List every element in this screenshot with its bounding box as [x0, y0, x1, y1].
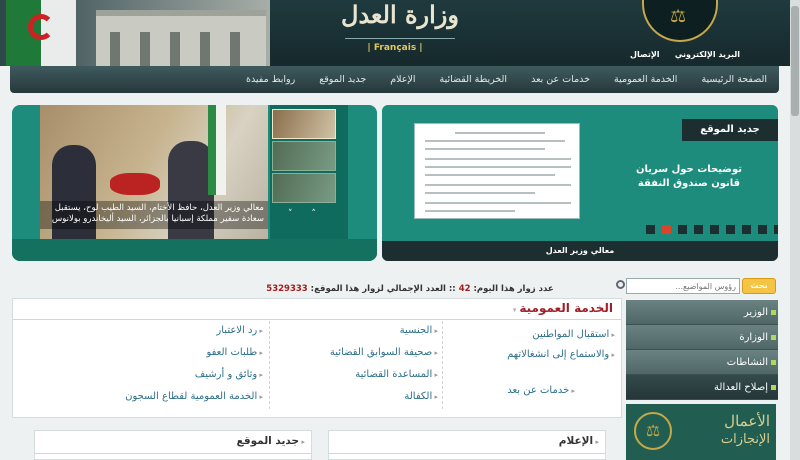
- title-divider: [345, 38, 455, 39]
- services-column: رد الاعتبار طلبات العفو وثائق و أرشيف ال…: [13, 321, 267, 409]
- panel-divider: [35, 453, 311, 454]
- achievements-banner[interactable]: ⚖ الأعمال الإنجازات: [626, 404, 776, 460]
- side-item-ministry[interactable]: الوزارة: [626, 325, 778, 350]
- slide-dot[interactable]: [758, 225, 767, 234]
- today-value: 42: [458, 284, 471, 294]
- service-link-prisons[interactable]: الخدمة العمومية لقطاع السجون: [125, 391, 263, 402]
- ministry-emblem[interactable]: ⚖: [642, 0, 718, 42]
- thumbnail-arrows[interactable]: ˅ ˄: [288, 209, 324, 219]
- service-link-legal-aid[interactable]: المساعدة القضائية: [355, 369, 438, 380]
- slide-thumbnails: ˅ ˄: [270, 105, 348, 239]
- search-input[interactable]: [626, 278, 740, 294]
- email-link[interactable]: البريد الإلكتروني: [675, 50, 740, 59]
- services-column: استقبال المواطنين والاستماع إلى انشغالات…: [445, 321, 619, 409]
- banner-line2: الإنجازات: [720, 432, 770, 447]
- service-link-pardon-requests[interactable]: طلبات العفو: [206, 347, 263, 358]
- search-bar: بحث: [616, 278, 778, 294]
- services-column: الجنسية صحيفة السوابق القضائية المساعدة …: [269, 321, 443, 409]
- nav-item-whats-new[interactable]: جديد الموقع: [319, 74, 366, 85]
- slide-dot[interactable]: [774, 225, 778, 234]
- french-link[interactable]: Français: [374, 43, 416, 53]
- slide-dot[interactable]: [710, 225, 719, 234]
- slide-dot[interactable]: [694, 225, 703, 234]
- panel-divider: [329, 453, 605, 454]
- header-banner-photo: [0, 0, 270, 66]
- service-link-rehabilitation[interactable]: رد الاعتبار: [216, 325, 263, 336]
- slide-dots: [646, 225, 778, 234]
- visitor-counter: عدد زوار هذا اليوم: 42 :: العدد الإجمالي…: [210, 284, 610, 294]
- search-icon: [616, 280, 625, 289]
- scales-of-justice-icon: ⚖: [670, 6, 687, 27]
- nav-item-media[interactable]: الإعلام: [390, 74, 415, 85]
- slider-bottom-bar: [12, 239, 377, 261]
- service-link-remote[interactable]: خدمات عن بعد: [507, 385, 575, 396]
- side-item-activities[interactable]: النشاطات: [626, 350, 778, 375]
- slide-dot[interactable]: [646, 225, 655, 234]
- scrollbar-thumb[interactable]: [791, 6, 799, 116]
- contact-link[interactable]: الإتصال: [630, 50, 660, 59]
- slide-dot[interactable]: [726, 225, 735, 234]
- title-divider: [13, 319, 621, 320]
- media-panel-title[interactable]: الإعلام: [559, 435, 599, 447]
- banner-line1: الأعمال: [724, 412, 770, 430]
- slide-thumbnail[interactable]: [272, 173, 336, 203]
- service-link-criminal-record[interactable]: صحيفة السوابق القضائية: [330, 347, 438, 358]
- service-link-citizen-reception[interactable]: استقبال المواطنين: [532, 329, 615, 340]
- slide-thumbnail[interactable]: [272, 109, 336, 139]
- site-title: وزارة العدل: [341, 0, 459, 29]
- today-label: عدد زوار هذا اليوم:: [473, 284, 554, 294]
- news-footer[interactable]: معالي وزير العدل: [382, 241, 778, 261]
- nav-item-judicial-map[interactable]: الخريطة القضائية: [440, 74, 508, 85]
- service-link-archives[interactable]: وثائق و أرشيف: [195, 369, 263, 380]
- whats-new-panel-title[interactable]: جديد الموقع: [237, 435, 305, 447]
- site-header: وزارة العدل | Français | ⚖ البريد الإلكت…: [0, 0, 800, 66]
- service-link-nationality[interactable]: الجنسية: [400, 325, 438, 336]
- algerian-flag-icon: [6, 0, 76, 66]
- photo-slider: معالي وزير العدل، حافظ الأختام، السيد ال…: [12, 105, 377, 261]
- whats-new-panel: جديد الموقع: [34, 430, 312, 460]
- news-slider: جديد الموقع توضيحات حول سريان قانون صندو…: [382, 105, 778, 261]
- nav-item-public-service[interactable]: الخدمة العمومية: [614, 74, 677, 85]
- language-switch[interactable]: | Français |: [360, 43, 430, 53]
- side-menu: الوزير الوزارة النشاطات إصلاح العدالة: [626, 300, 778, 400]
- nav-item-useful-links[interactable]: روابط مفيدة: [246, 74, 295, 85]
- main-nav: الصفحة الرئيسية الخدمة العمومية خدمات عن…: [10, 66, 779, 93]
- side-item-minister[interactable]: الوزير: [626, 300, 778, 325]
- news-title[interactable]: توضيحات حول سريان قانون صندوق النفقة: [624, 163, 754, 191]
- header-links: البريد الإلكتروني الإتصال: [630, 50, 740, 59]
- page-scrollbar[interactable]: [790, 0, 800, 460]
- scales-of-justice-icon: ⚖: [634, 412, 672, 450]
- nav-item-remote-services[interactable]: خدمات عن بعد: [531, 74, 590, 85]
- slide-thumbnail[interactable]: [272, 141, 336, 171]
- public-service-box: الخدمة العمومية استقبال المواطنين والاست…: [12, 298, 622, 418]
- slide-dot[interactable]: [678, 225, 687, 234]
- slide-dot[interactable]: [742, 225, 751, 234]
- slide-caption[interactable]: معالي وزير العدل، حافظ الأختام، السيد ال…: [40, 201, 268, 229]
- slide-dot-active[interactable]: [662, 225, 671, 234]
- news-header: جديد الموقع: [682, 119, 778, 141]
- service-link-kafala[interactable]: الكفالة: [404, 391, 438, 402]
- service-link-citizen-reception-2[interactable]: والاستماع إلى انشغالاتهم: [507, 349, 615, 360]
- ministry-building-image: [96, 10, 266, 66]
- side-item-justice-reform[interactable]: إصلاح العدالة: [626, 375, 778, 400]
- counter-separator: ::: [448, 284, 456, 294]
- search-button[interactable]: بحث: [742, 278, 776, 294]
- public-service-title: الخدمة العمومية: [513, 301, 613, 315]
- total-value: 5329333: [266, 284, 308, 294]
- media-panel: الإعلام: [328, 430, 606, 460]
- total-label: العدد الإجمالي لزوار هذا الموقع:: [310, 284, 446, 294]
- nav-item-home[interactable]: الصفحة الرئيسية: [701, 74, 767, 85]
- document-image[interactable]: [414, 123, 580, 219]
